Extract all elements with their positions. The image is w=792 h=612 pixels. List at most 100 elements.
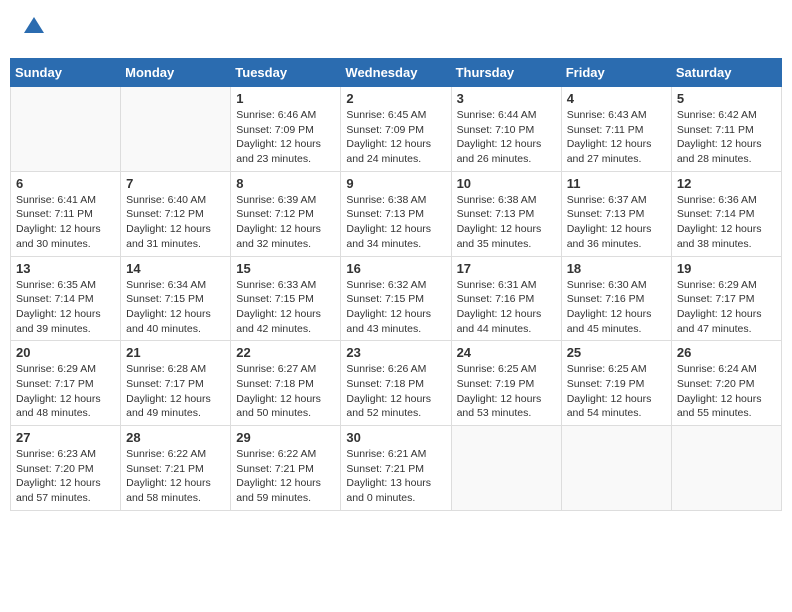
calendar-cell: 29 Sunrise: 6:22 AM Sunset: 7:21 PM Dayli… [231, 426, 341, 511]
day-number: 6 [16, 176, 115, 191]
day-number: 17 [457, 261, 556, 276]
day-info: Sunrise: 6:42 AM Sunset: 7:11 PM Dayligh… [677, 108, 776, 167]
day-number: 16 [346, 261, 445, 276]
day-info: Sunrise: 6:33 AM Sunset: 7:15 PM Dayligh… [236, 278, 335, 337]
day-number: 23 [346, 345, 445, 360]
day-header-sunday: Sunday [11, 59, 121, 87]
calendar-cell: 24 Sunrise: 6:25 AM Sunset: 7:19 PM Dayli… [451, 341, 561, 426]
day-info: Sunrise: 6:22 AM Sunset: 7:21 PM Dayligh… [236, 447, 335, 506]
calendar-cell [561, 426, 671, 511]
day-number: 10 [457, 176, 556, 191]
day-info: Sunrise: 6:43 AM Sunset: 7:11 PM Dayligh… [567, 108, 666, 167]
header [10, 10, 782, 50]
day-info: Sunrise: 6:30 AM Sunset: 7:16 PM Dayligh… [567, 278, 666, 337]
day-info: Sunrise: 6:25 AM Sunset: 7:19 PM Dayligh… [567, 362, 666, 421]
calendar-cell: 28 Sunrise: 6:22 AM Sunset: 7:21 PM Dayli… [121, 426, 231, 511]
day-number: 9 [346, 176, 445, 191]
calendar-cell [671, 426, 781, 511]
calendar-cell: 2Sunrise: 6:45 AM Sunset: 7:09 PM Daylig… [341, 87, 451, 172]
calendar-cell: 16 Sunrise: 6:32 AM Sunset: 7:15 PM Dayli… [341, 256, 451, 341]
day-info: Sunrise: 6:35 AM Sunset: 7:14 PM Dayligh… [16, 278, 115, 337]
day-info: Sunrise: 6:45 AM Sunset: 7:09 PM Dayligh… [346, 108, 445, 167]
calendar-header-row: SundayMondayTuesdayWednesdayThursdayFrid… [11, 59, 782, 87]
day-header-monday: Monday [121, 59, 231, 87]
calendar-cell: 27 Sunrise: 6:23 AM Sunset: 7:20 PM Dayli… [11, 426, 121, 511]
calendar-cell: 1 Sunrise: 6:46 AM Sunset: 7:09 PM Daylig… [231, 87, 341, 172]
day-number: 11 [567, 176, 666, 191]
calendar-week-row: 13 Sunrise: 6:35 AM Sunset: 7:14 PM Dayli… [11, 256, 782, 341]
day-header-friday: Friday [561, 59, 671, 87]
calendar-cell: 22 Sunrise: 6:27 AM Sunset: 7:18 PM Dayli… [231, 341, 341, 426]
calendar-cell: 21Sunrise: 6:28 AM Sunset: 7:17 PM Dayli… [121, 341, 231, 426]
day-info: Sunrise: 6:34 AM Sunset: 7:15 PM Dayligh… [126, 278, 225, 337]
day-info: Sunrise: 6:22 AM Sunset: 7:21 PM Dayligh… [126, 447, 225, 506]
day-number: 22 [236, 345, 335, 360]
day-info: Sunrise: 6:26 AM Sunset: 7:18 PM Dayligh… [346, 362, 445, 421]
day-header-tuesday: Tuesday [231, 59, 341, 87]
day-number: 21 [126, 345, 225, 360]
day-number: 7 [126, 176, 225, 191]
day-number: 12 [677, 176, 776, 191]
calendar-cell: 20 Sunrise: 6:29 AM Sunset: 7:17 PM Dayli… [11, 341, 121, 426]
calendar-cell: 10 Sunrise: 6:38 AM Sunset: 7:13 PM Dayli… [451, 171, 561, 256]
calendar-cell: 11 Sunrise: 6:37 AM Sunset: 7:13 PM Dayli… [561, 171, 671, 256]
day-info: Sunrise: 6:32 AM Sunset: 7:15 PM Dayligh… [346, 278, 445, 337]
day-number: 28 [126, 430, 225, 445]
day-number: 29 [236, 430, 335, 445]
calendar-cell: 8Sunrise: 6:39 AM Sunset: 7:12 PM Daylig… [231, 171, 341, 256]
calendar-cell: 14 Sunrise: 6:34 AM Sunset: 7:15 PM Dayli… [121, 256, 231, 341]
day-number: 8 [236, 176, 335, 191]
day-info: Sunrise: 6:29 AM Sunset: 7:17 PM Dayligh… [677, 278, 776, 337]
day-info: Sunrise: 6:38 AM Sunset: 7:13 PM Dayligh… [457, 193, 556, 252]
day-number: 26 [677, 345, 776, 360]
calendar-cell [121, 87, 231, 172]
day-number: 4 [567, 91, 666, 106]
calendar-week-row: 6 Sunrise: 6:41 AM Sunset: 7:11 PM Daylig… [11, 171, 782, 256]
day-header-saturday: Saturday [671, 59, 781, 87]
day-number: 1 [236, 91, 335, 106]
day-number: 5 [677, 91, 776, 106]
day-number: 30 [346, 430, 445, 445]
calendar-cell: 23 Sunrise: 6:26 AM Sunset: 7:18 PM Dayli… [341, 341, 451, 426]
logo [20, 15, 46, 45]
day-number: 18 [567, 261, 666, 276]
day-number: 14 [126, 261, 225, 276]
calendar-week-row: 1 Sunrise: 6:46 AM Sunset: 7:09 PM Daylig… [11, 87, 782, 172]
day-info: Sunrise: 6:37 AM Sunset: 7:13 PM Dayligh… [567, 193, 666, 252]
day-info: Sunrise: 6:21 AM Sunset: 7:21 PM Dayligh… [346, 447, 445, 506]
day-info: Sunrise: 6:46 AM Sunset: 7:09 PM Dayligh… [236, 108, 335, 167]
calendar-cell: 15Sunrise: 6:33 AM Sunset: 7:15 PM Dayli… [231, 256, 341, 341]
day-number: 13 [16, 261, 115, 276]
calendar-cell [451, 426, 561, 511]
day-number: 27 [16, 430, 115, 445]
day-number: 20 [16, 345, 115, 360]
calendar-cell: 7 Sunrise: 6:40 AM Sunset: 7:12 PM Daylig… [121, 171, 231, 256]
day-number: 19 [677, 261, 776, 276]
calendar-cell: 9 Sunrise: 6:38 AM Sunset: 7:13 PM Daylig… [341, 171, 451, 256]
day-info: Sunrise: 6:44 AM Sunset: 7:10 PM Dayligh… [457, 108, 556, 167]
calendar-cell: 26 Sunrise: 6:24 AM Sunset: 7:20 PM Dayli… [671, 341, 781, 426]
calendar: SundayMondayTuesdayWednesdayThursdayFrid… [10, 58, 782, 511]
calendar-cell: 17 Sunrise: 6:31 AM Sunset: 7:16 PM Dayli… [451, 256, 561, 341]
day-number: 25 [567, 345, 666, 360]
day-info: Sunrise: 6:41 AM Sunset: 7:11 PM Dayligh… [16, 193, 115, 252]
day-info: Sunrise: 6:27 AM Sunset: 7:18 PM Dayligh… [236, 362, 335, 421]
day-info: Sunrise: 6:40 AM Sunset: 7:12 PM Dayligh… [126, 193, 225, 252]
day-header-wednesday: Wednesday [341, 59, 451, 87]
calendar-cell: 4 Sunrise: 6:43 AM Sunset: 7:11 PM Daylig… [561, 87, 671, 172]
day-info: Sunrise: 6:38 AM Sunset: 7:13 PM Dayligh… [346, 193, 445, 252]
day-info: Sunrise: 6:24 AM Sunset: 7:20 PM Dayligh… [677, 362, 776, 421]
day-info: Sunrise: 6:29 AM Sunset: 7:17 PM Dayligh… [16, 362, 115, 421]
calendar-week-row: 27 Sunrise: 6:23 AM Sunset: 7:20 PM Dayli… [11, 426, 782, 511]
calendar-cell: 18 Sunrise: 6:30 AM Sunset: 7:16 PM Dayli… [561, 256, 671, 341]
calendar-cell [11, 87, 121, 172]
day-info: Sunrise: 6:25 AM Sunset: 7:19 PM Dayligh… [457, 362, 556, 421]
calendar-cell: 13 Sunrise: 6:35 AM Sunset: 7:14 PM Dayli… [11, 256, 121, 341]
calendar-cell: 25 Sunrise: 6:25 AM Sunset: 7:19 PM Dayli… [561, 341, 671, 426]
day-info: Sunrise: 6:31 AM Sunset: 7:16 PM Dayligh… [457, 278, 556, 337]
calendar-cell: 19 Sunrise: 6:29 AM Sunset: 7:17 PM Dayli… [671, 256, 781, 341]
day-number: 3 [457, 91, 556, 106]
day-info: Sunrise: 6:23 AM Sunset: 7:20 PM Dayligh… [16, 447, 115, 506]
day-header-thursday: Thursday [451, 59, 561, 87]
day-number: 24 [457, 345, 556, 360]
